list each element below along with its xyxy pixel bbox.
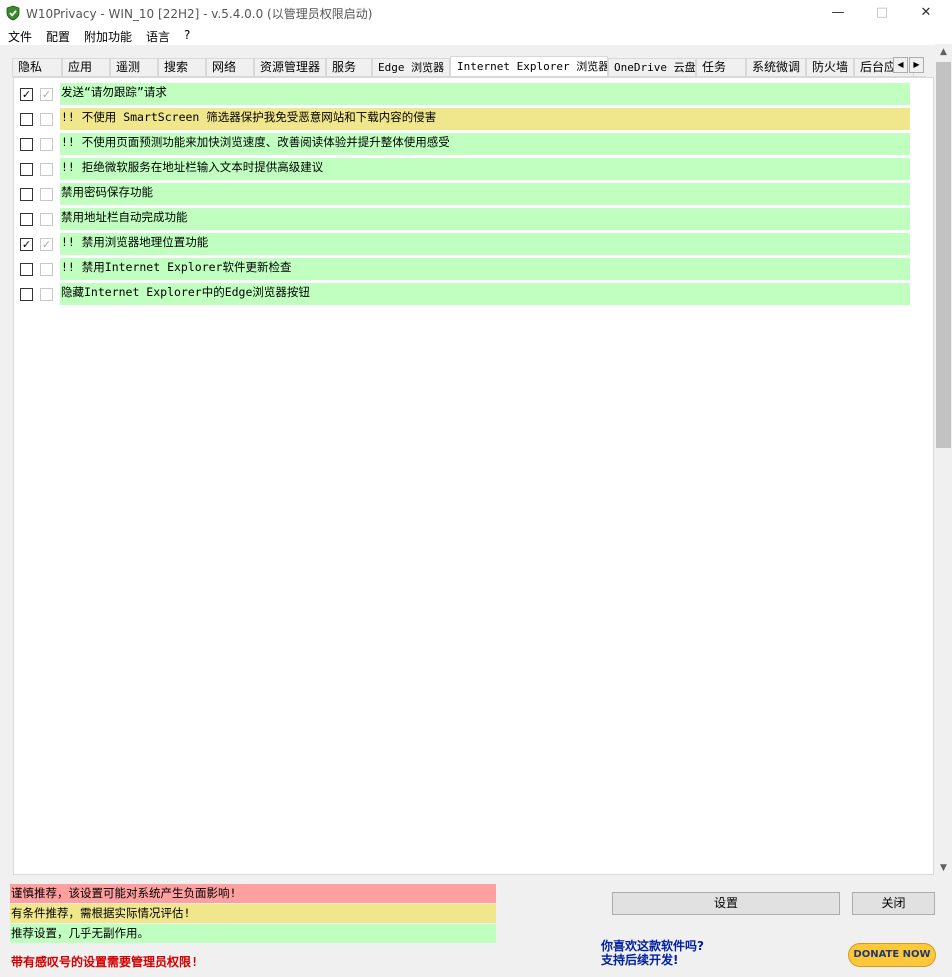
menu-bar: 文件 配置 附加功能 语言 ? [0, 26, 952, 45]
option-checkbox[interactable]: ✓ [20, 238, 33, 251]
option-checkbox[interactable] [20, 188, 33, 201]
arrow-right-icon: ▶ [913, 60, 920, 69]
option-checkbox[interactable] [20, 163, 33, 176]
title-bar: W10Privacy - WIN_10 [22H2] - v.5.4.0.0 (… [0, 0, 952, 26]
admin-checkbox[interactable] [40, 113, 53, 126]
option-label: !! 不使用页面预测功能来加快浏览速度、改善阅读体验并提升整体使用感受 [60, 133, 910, 155]
tab-onedrive[interactable]: OneDrive 云盘 [608, 58, 696, 76]
admin-checkbox[interactable] [40, 188, 53, 201]
minimize-button[interactable]: — [815, 0, 861, 26]
menu-extras[interactable]: 附加功能 [84, 28, 132, 45]
option-label: !! 拒绝微软服务在地址栏输入文本时提供高级建议 [60, 158, 910, 180]
arrow-left-icon: ◀ [897, 60, 904, 69]
shield-check-icon [6, 5, 20, 21]
window-title: W10Privacy - WIN_10 [22H2] - v.5.4.0.0 (… [26, 7, 373, 21]
option-label: 隐藏Internet Explorer中的Edge浏览器按钮 [60, 283, 910, 305]
option-checkbox[interactable] [20, 113, 33, 126]
admin-checkbox[interactable] [40, 138, 53, 151]
close-window-button[interactable]: ✕ [903, 0, 949, 26]
tab-apps[interactable]: 应用 [62, 58, 110, 76]
chevron-down-icon[interactable]: ▼ [935, 860, 952, 877]
legend-green: 推荐设置，几乎无副作用。 [10, 924, 496, 943]
tab-scroll-right-button[interactable]: ▶ [909, 57, 924, 73]
tab-explorer[interactable]: 资源管理器 [254, 58, 326, 76]
scrollbar-thumb[interactable] [936, 62, 951, 448]
tab-telemetry[interactable]: 遥测 [110, 58, 158, 76]
option-checkbox[interactable] [20, 138, 33, 151]
menu-language[interactable]: 语言 [146, 28, 170, 45]
donate-button[interactable]: DONATE NOW [848, 943, 936, 967]
close-button[interactable]: 关闭 [852, 892, 935, 915]
admin-checkbox[interactable] [40, 288, 53, 301]
option-label: 禁用地址栏自动完成功能 [60, 208, 910, 230]
legend-yellow: 有条件推荐，需根据实际情况评估! [10, 904, 496, 923]
option-checkbox[interactable] [20, 213, 33, 226]
tab-tasks[interactable]: 任务 [696, 58, 746, 76]
tab-strip: 隐私 应用 遥测 搜索 网络 资源管理器 服务 Edge 浏览器 Interne… [12, 56, 926, 77]
legend-red: 谨慎推荐，该设置可能对系统产生负面影响! [10, 884, 496, 903]
apply-button[interactable]: 设置 [612, 892, 840, 915]
tab-privacy[interactable]: 隐私 [12, 58, 62, 76]
admin-checkbox[interactable]: ✓ [40, 88, 53, 101]
option-label: 发送“请勿跟踪”请求 [60, 83, 910, 105]
tab-firewall[interactable]: 防火墙 [806, 58, 854, 76]
option-checkbox[interactable]: ✓ [20, 88, 33, 101]
admin-checkbox[interactable] [40, 213, 53, 226]
admin-checkbox[interactable]: ✓ [40, 238, 53, 251]
option-checkbox[interactable] [20, 263, 33, 276]
tab-network[interactable]: 网络 [206, 58, 254, 76]
vertical-scrollbar[interactable]: ▲ ▼ [935, 44, 952, 877]
promo-line-2: 支持后续开发! [601, 953, 679, 967]
chevron-up-icon[interactable]: ▲ [935, 44, 952, 61]
menu-file[interactable]: 文件 [8, 28, 32, 45]
option-label: 禁用密码保存功能 [60, 183, 910, 205]
tab-internet-explorer[interactable]: Internet Explorer 浏览器 [450, 56, 608, 76]
menu-help[interactable]: ? [184, 28, 190, 42]
option-label: !! 不使用 SmartScreen 筛选器保护我免受恶意网站和下载内容的侵害 [60, 108, 910, 130]
tab-edge[interactable]: Edge 浏览器 [372, 58, 450, 76]
admin-checkbox[interactable] [40, 263, 53, 276]
tab-scroll-left-button[interactable]: ◀ [893, 57, 908, 73]
tab-services[interactable]: 服务 [326, 58, 372, 76]
option-checkbox[interactable] [20, 288, 33, 301]
menu-config[interactable]: 配置 [46, 28, 70, 45]
option-label: !! 禁用Internet Explorer软件更新检查 [60, 258, 910, 280]
tab-search[interactable]: 搜索 [158, 58, 206, 76]
tab-tweaks[interactable]: 系统微调 [746, 58, 806, 76]
admin-note: 带有感叹号的设置需要管理员权限! [11, 955, 199, 969]
maximize-icon: □ [875, 5, 889, 20]
option-label: !! 禁用浏览器地理位置功能 [60, 233, 910, 255]
maximize-button[interactable]: □ [859, 0, 905, 26]
minimize-icon: — [831, 5, 845, 20]
close-icon: ✕ [920, 5, 932, 20]
admin-checkbox[interactable] [40, 163, 53, 176]
